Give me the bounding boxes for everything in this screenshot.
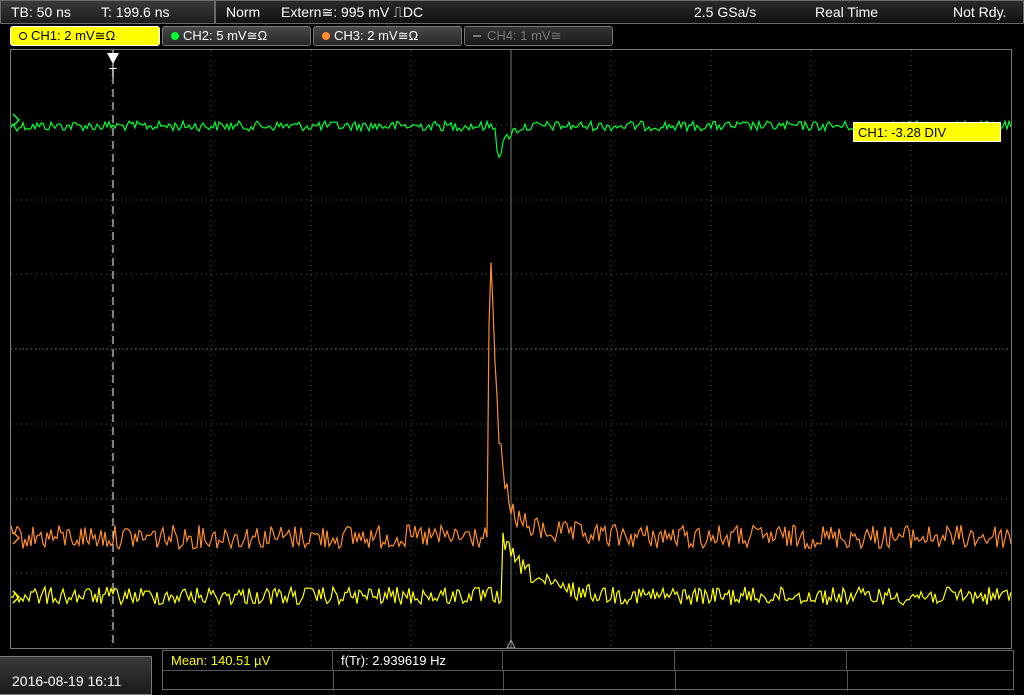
mean-measurement: Mean: 140.51 µV [163, 651, 333, 670]
trigger-source: Extern≅: 995 mV ⎍DC [281, 4, 424, 20]
ch1-ground-marker-icon[interactable] [12, 590, 21, 604]
ch1-offset-readout: CH1: -3.28 DIV [853, 122, 1001, 142]
measurement-row-2 [163, 670, 1013, 691]
ch3-ground-marker-icon[interactable] [12, 531, 21, 545]
measurement-slot-4 [675, 651, 847, 670]
tab-ch1[interactable]: CH1: 2 mV≅Ω [10, 26, 160, 46]
sample-rate: 2.5 GSa/s [694, 4, 757, 20]
tab-ch4[interactable]: CH4: 1 mV≅ [464, 26, 613, 46]
ready-state: Not Rdy. [953, 4, 1007, 20]
trigger-marker-label: T [109, 65, 117, 80]
frequency-measurement: f(Tr): 2.939619 Hz [333, 651, 503, 670]
trigger-time-value: T: 199.6 ns [101, 4, 170, 20]
timebase-value: TB: 50 ns [11, 4, 71, 20]
measurement-slot-7 [503, 671, 676, 691]
tab-ch2[interactable]: CH2: 5 mV≅Ω [162, 26, 311, 46]
ch1-indicator-icon [19, 32, 27, 40]
tab-ch4-label: CH4: 1 mV≅ [487, 28, 562, 43]
tab-ch2-label: CH2: 5 mV≅Ω [183, 28, 268, 43]
timebase-panel[interactable]: TB: 50 ns T: 199.6 ns [0, 0, 215, 24]
channel-tabs: CH1: 2 mV≅Ω CH2: 5 mV≅Ω CH3: 2 mV≅Ω CH4:… [0, 26, 1024, 48]
measurement-slot-6 [333, 671, 504, 691]
acquisition-mode: Real Time [815, 4, 879, 20]
tab-ch1-label: CH1: 2 mV≅Ω [31, 28, 116, 43]
measurement-slot-8 [675, 671, 848, 691]
tab-ch3-label: CH3: 2 mV≅Ω [334, 28, 419, 43]
bottom-bar: 2016-08-19 16:11 Mean: 140.51 µV f(Tr): … [0, 650, 1024, 695]
ch2-ground-marker-icon[interactable] [12, 113, 21, 127]
ch3-indicator-icon [322, 32, 330, 40]
trigger-panel[interactable]: Norm Extern≅: 995 mV ⎍DC 2.5 GSa/s Real … [215, 0, 1024, 24]
trigger-mode: Norm [226, 4, 261, 20]
measurement-slot-3 [503, 651, 675, 670]
measurement-slot-5 [163, 671, 334, 691]
tab-ch3[interactable]: CH3: 2 mV≅Ω [313, 26, 462, 46]
measurement-panel[interactable]: Mean: 140.51 µV f(Tr): 2.939619 Hz [162, 650, 1014, 691]
ch2-indicator-icon [171, 32, 179, 40]
ch4-disabled-icon [473, 35, 481, 37]
status-bar: TB: 50 ns T: 199.6 ns Norm Extern≅: 995 … [0, 0, 1024, 24]
timestamp: 2016-08-19 16:11 [0, 656, 152, 695]
trigger-position-icon[interactable] [107, 53, 119, 64]
